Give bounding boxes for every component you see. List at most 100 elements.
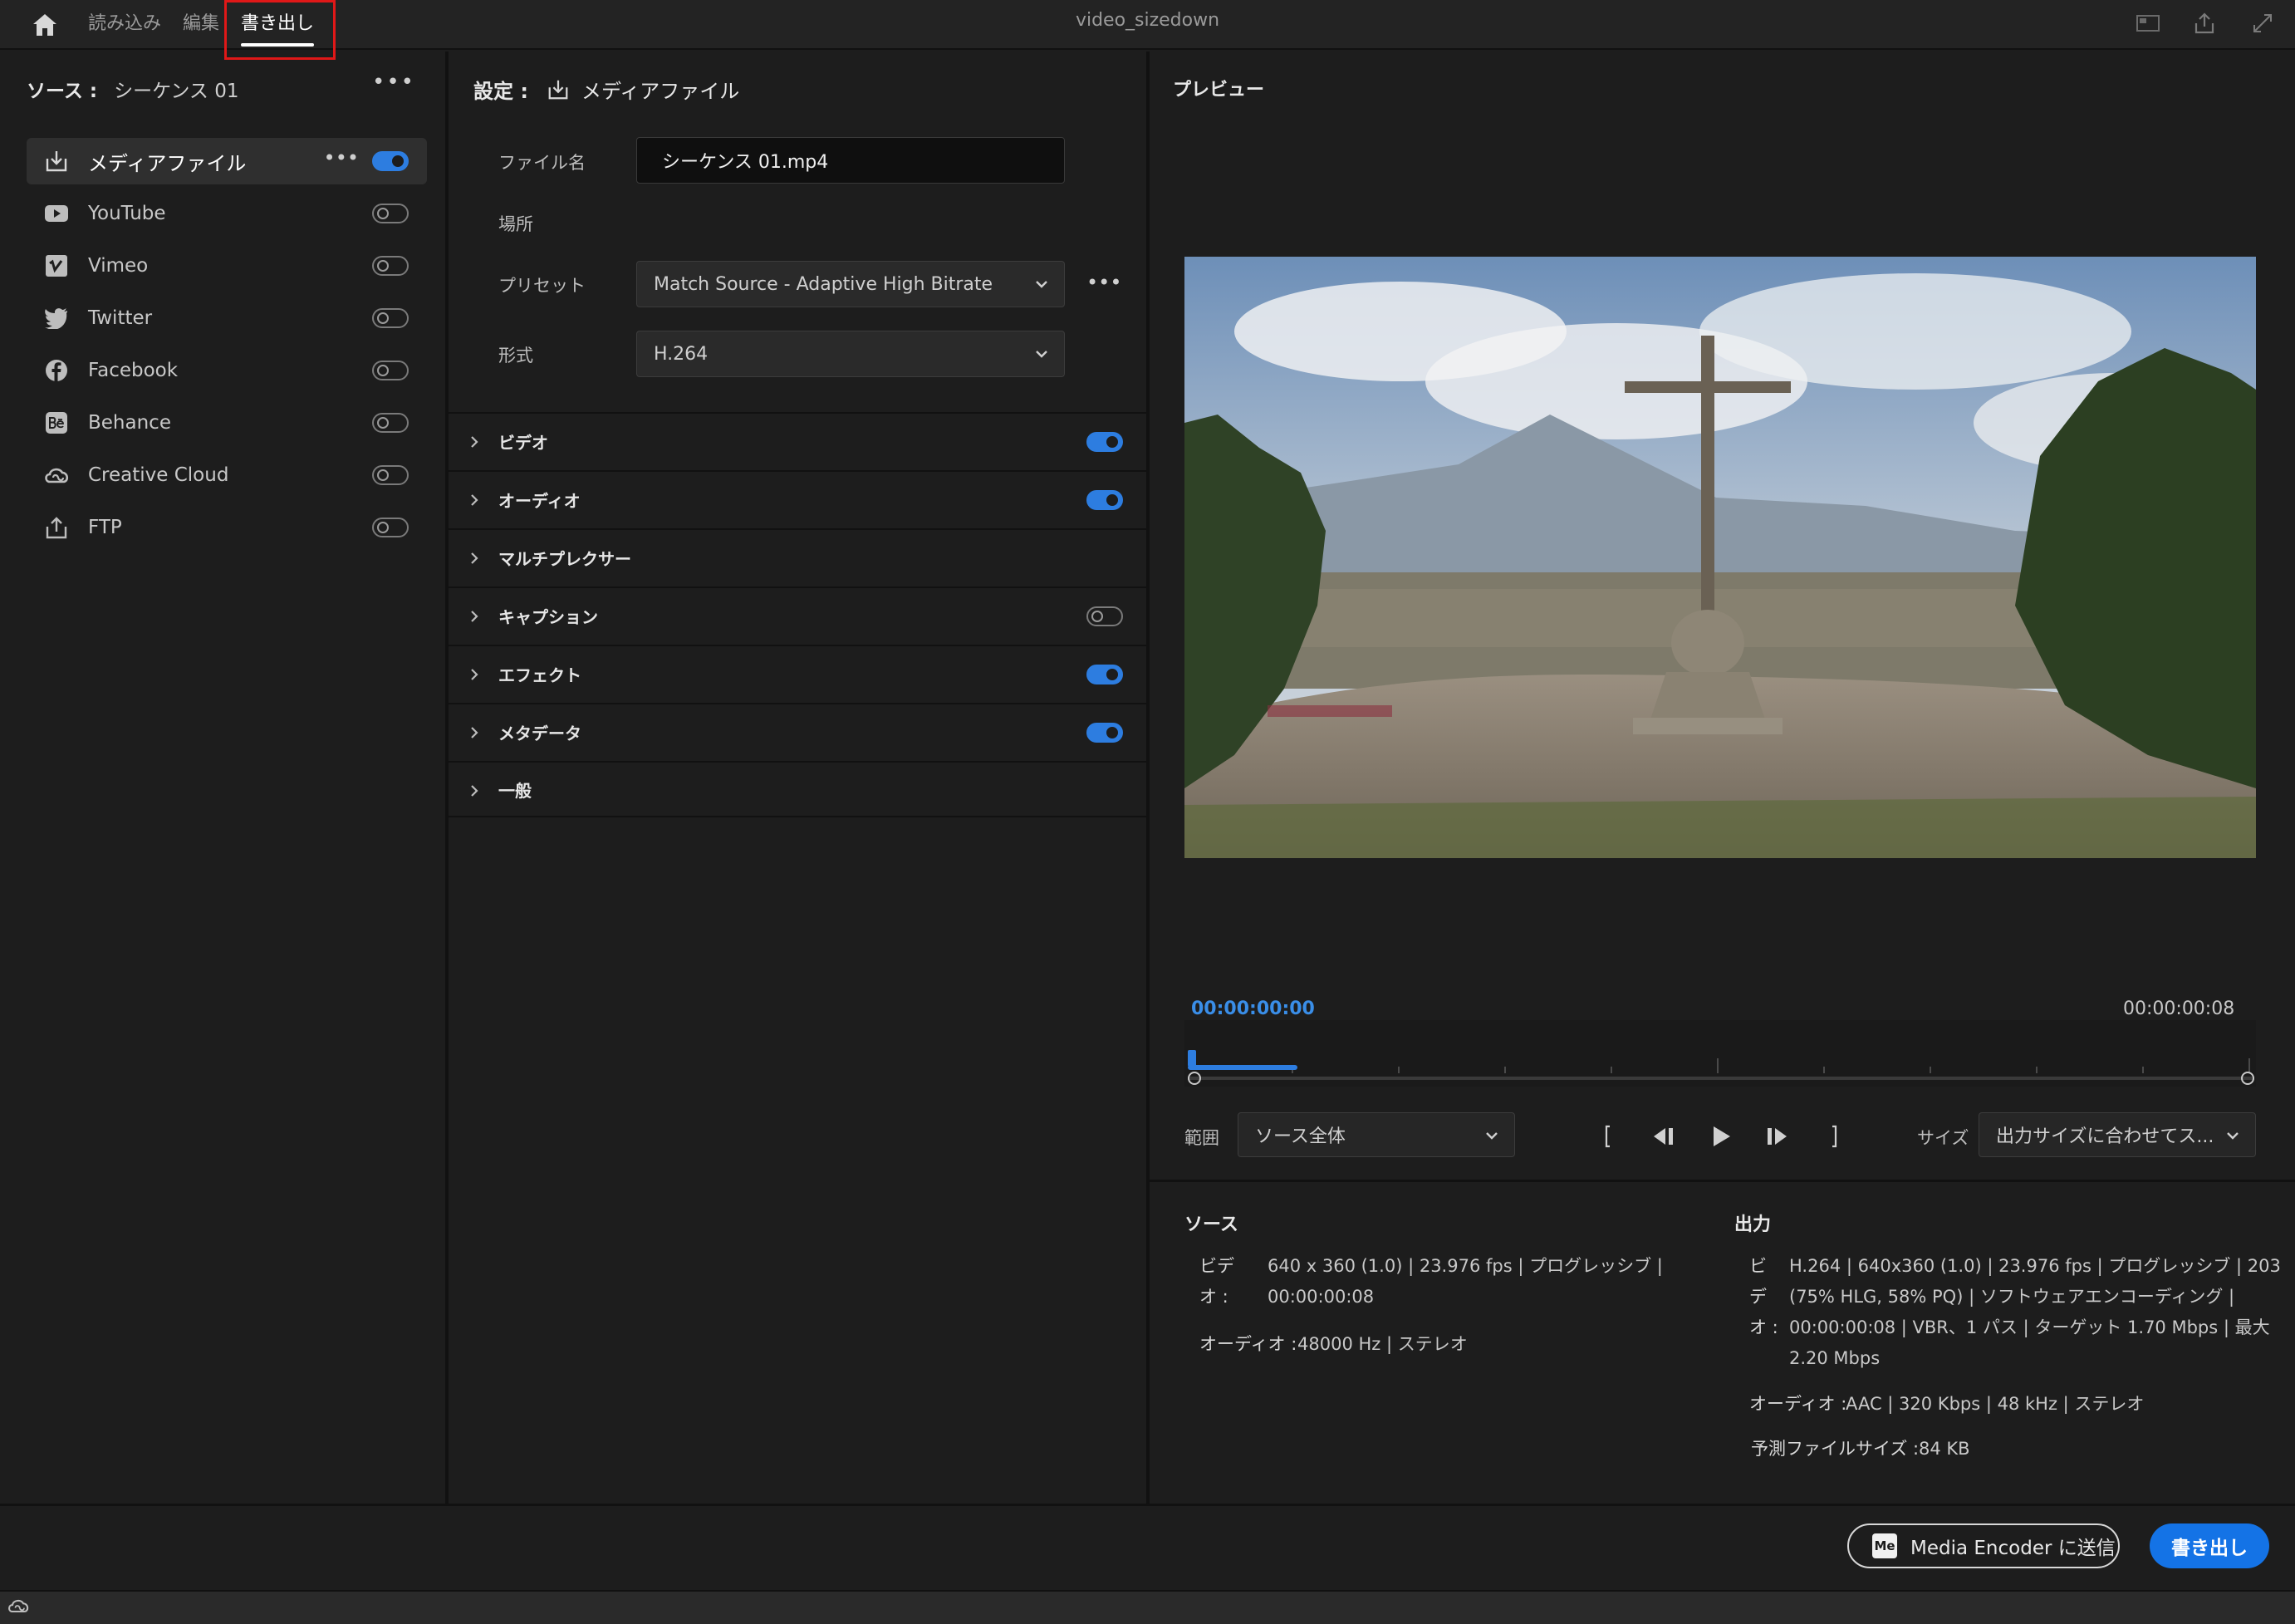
twitter-toggle[interactable]	[372, 308, 409, 328]
creative-cloud-status-icon[interactable]	[7, 1597, 30, 1618]
section-title: ビデオ	[498, 432, 548, 453]
export-button[interactable]: 書き出し	[2150, 1523, 2269, 1568]
behance-toggle[interactable]	[372, 413, 409, 433]
destination-creative-cloud[interactable]: Creative Cloud	[27, 452, 427, 498]
preset-select[interactable]: Match Source - Adaptive High Bitrate	[636, 261, 1065, 307]
section-captions[interactable]: キャプション	[449, 586, 1146, 643]
source-more-icon[interactable]: •••	[372, 70, 415, 95]
output-audio-value: AAC | 320 Kbps | 48 kHz | ステレオ	[1846, 1394, 2145, 1414]
format-value: H.264	[654, 343, 709, 365]
section-audio[interactable]: オーディオ	[449, 470, 1146, 527]
section-title: オーディオ	[498, 490, 581, 511]
audio-toggle[interactable]	[1086, 490, 1123, 510]
step-back-icon[interactable]	[1646, 1120, 1680, 1153]
destination-behance[interactable]: Behance	[27, 400, 427, 446]
preset-more-icon[interactable]: •••	[1086, 271, 1121, 294]
facebook-toggle[interactable]	[372, 361, 409, 380]
filename-input[interactable]: シーケンス 01.mp4	[636, 137, 1065, 184]
chevron-down-icon	[1032, 345, 1051, 368]
section-multiplexer[interactable]: マルチプレクサー	[449, 528, 1146, 585]
destination-label: FTP	[88, 517, 122, 538]
ftp-toggle[interactable]	[372, 518, 409, 537]
range-label: 範囲	[1184, 1128, 1219, 1148]
fullscreen-icon[interactable]	[2248, 8, 2278, 38]
range-select[interactable]: ソース全体	[1238, 1112, 1515, 1157]
facebook-icon	[42, 356, 71, 385]
play-icon[interactable]	[1704, 1120, 1738, 1153]
format-select[interactable]: H.264	[636, 331, 1065, 377]
preset-value: Match Source - Adaptive High Bitrate	[654, 273, 993, 295]
destination-ftp[interactable]: FTP	[27, 504, 427, 551]
chevron-down-icon	[1483, 1126, 1501, 1150]
destination-facebook[interactable]: Facebook	[27, 347, 427, 394]
destination-more-icon[interactable]: •••	[324, 146, 359, 169]
media-file-toggle[interactable]	[372, 151, 409, 171]
section-effects[interactable]: エフェクト	[449, 645, 1146, 701]
video-toggle[interactable]	[1086, 432, 1123, 452]
destination-twitter[interactable]: Twitter	[27, 295, 427, 341]
chevron-right-icon	[467, 434, 482, 454]
destination-label: Facebook	[88, 360, 179, 381]
vimeo-toggle[interactable]	[372, 256, 409, 276]
preview-title: プレビュー	[1173, 80, 1265, 101]
location-label: 場所	[498, 214, 533, 234]
step-forward-icon[interactable]	[1761, 1120, 1794, 1153]
output-size-value: 84 KB	[1919, 1439, 1970, 1459]
chevron-right-icon	[467, 783, 482, 802]
output-video-key-l3: オ :	[1749, 1317, 1778, 1337]
mark-out-icon[interactable]	[1817, 1120, 1851, 1153]
section-title: キャプション	[498, 606, 598, 627]
section-title: マルチプレクサー	[498, 548, 631, 569]
destination-media-file[interactable]: メディアファイル •••	[27, 138, 427, 184]
metadata-toggle[interactable]	[1086, 723, 1123, 743]
download-icon	[42, 146, 71, 176]
chevron-right-icon	[467, 492, 482, 512]
share-icon[interactable]	[2190, 8, 2219, 38]
ftp-upload-icon	[42, 513, 71, 542]
playhead-handle[interactable]	[1188, 1050, 1196, 1067]
status-bar	[0, 1590, 2295, 1624]
source-audio-value: 48000 Hz | ステレオ	[1297, 1334, 1468, 1354]
chevron-down-icon	[2224, 1126, 2242, 1150]
section-general[interactable]: 一般	[449, 761, 1146, 817]
section-video[interactable]: ビデオ	[449, 412, 1146, 469]
range-value: ソース全体	[1255, 1126, 1346, 1147]
captions-toggle[interactable]	[1086, 606, 1123, 626]
section-title: メタデータ	[498, 723, 581, 743]
output-audio-key: オーディオ :	[1749, 1394, 1847, 1414]
destination-vimeo[interactable]: Vimeo	[27, 243, 427, 289]
output-video-key-l1: ビ	[1749, 1256, 1767, 1276]
quick-export-icon[interactable]	[2133, 8, 2163, 38]
section-metadata[interactable]: メタデータ	[449, 703, 1146, 759]
creative-cloud-toggle[interactable]	[372, 465, 409, 485]
section-title: 一般	[498, 780, 532, 801]
send-to-media-encoder-button[interactable]: Me Media Encoder に送信	[1847, 1523, 2120, 1568]
playback-range-bar	[1188, 1065, 1297, 1070]
destination-youtube[interactable]: YouTube	[27, 190, 427, 237]
effects-toggle[interactable]	[1086, 665, 1123, 684]
column-divider	[1146, 52, 1150, 1504]
in-point-handle[interactable]	[1188, 1072, 1201, 1085]
format-label: 形式	[498, 346, 533, 366]
source-info-title: ソース	[1184, 1214, 1238, 1235]
output-video-line4: 2.20 Mbps	[1789, 1348, 1881, 1368]
size-value: 出力サイズに合わせてス...	[1996, 1126, 2214, 1147]
output-video-line1: H.264 | 640x360 (1.0) | 23.976 fps | プログ…	[1789, 1256, 2281, 1276]
mark-in-icon[interactable]	[1591, 1120, 1625, 1153]
youtube-icon	[42, 199, 71, 228]
preview-video-frame	[1184, 257, 2256, 858]
output-video-key-l2: デ	[1749, 1287, 1767, 1307]
creative-cloud-icon	[42, 460, 71, 490]
size-label: サイズ	[1917, 1128, 1969, 1148]
timeline-scrubber[interactable]	[1184, 1020, 2256, 1087]
source-header: ソース : シーケンス 01	[27, 75, 239, 103]
destination-label: Creative Cloud	[88, 464, 229, 486]
out-point-handle[interactable]	[2241, 1072, 2254, 1085]
destination-list: メディアファイル ••• YouTube Vimeo Twitter Faceb…	[27, 138, 427, 557]
chevron-right-icon	[467, 550, 482, 570]
size-select[interactable]: 出力サイズに合わせてス...	[1979, 1112, 2256, 1157]
youtube-toggle[interactable]	[372, 204, 409, 223]
settings-target: メディアファイル	[581, 80, 740, 103]
media-encoder-icon: Me	[1872, 1533, 1897, 1558]
section-title: エフェクト	[498, 665, 581, 685]
